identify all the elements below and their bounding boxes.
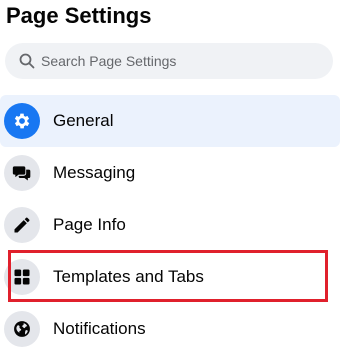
search-icon [19,53,35,69]
grid-icon [4,259,40,295]
sidebar-item-label: Messaging [53,163,136,182]
search-bar[interactable] [5,43,333,79]
sidebar-item-label: General [53,111,114,130]
page-settings-panel: Page Settings General Messaging [0,0,343,351]
sidebar-item-label: Notifications [53,319,146,338]
search-input[interactable] [41,43,321,79]
sidebar-item-general[interactable]: General [0,95,340,147]
chat-bubbles-icon [4,155,40,191]
gear-icon [4,103,40,139]
sidebar-item-messaging[interactable]: Messaging [0,147,340,199]
sidebar-item-notifications[interactable]: Notifications [0,303,340,351]
sidebar-item-page-info[interactable]: Page Info [0,199,340,251]
sidebar-item-label: Page Info [53,215,126,234]
pencil-icon [4,207,40,243]
sidebar-item-label: Templates and Tabs [53,267,204,286]
globe-icon [4,311,40,347]
page-title: Page Settings [6,3,152,28]
sidebar-item-templates-and-tabs[interactable]: Templates and Tabs [0,251,340,303]
